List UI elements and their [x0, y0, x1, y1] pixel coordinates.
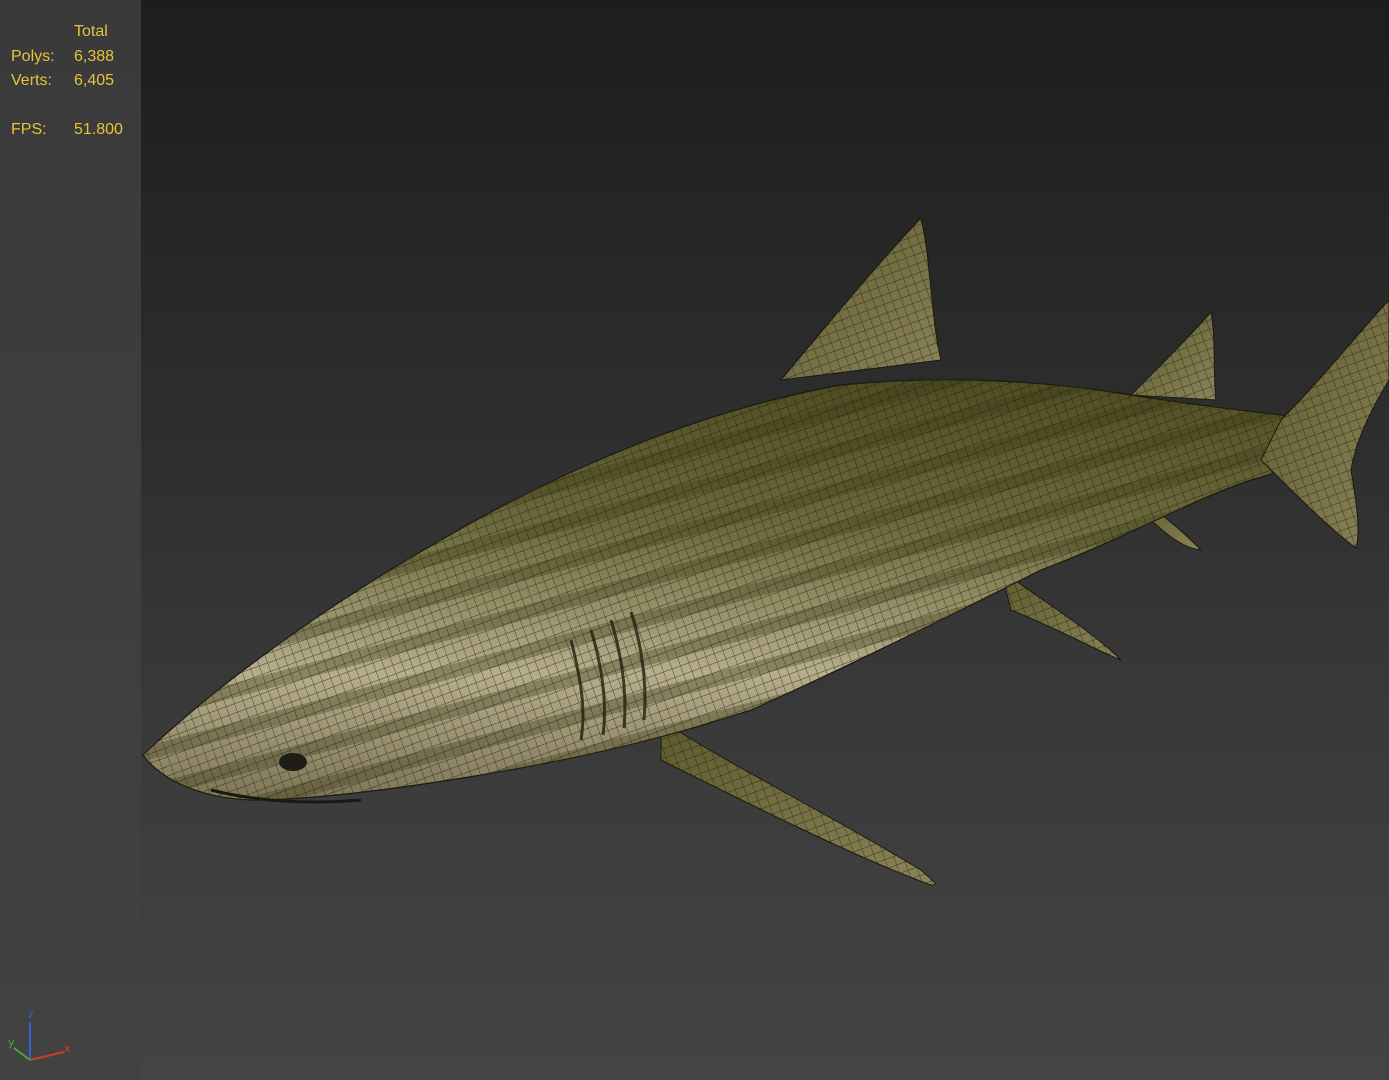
- shark-wireframe-model[interactable]: [141, 0, 1389, 1080]
- 3d-viewport[interactable]: [141, 0, 1389, 1080]
- polys-row: Polys: 6,388: [11, 45, 123, 70]
- fps-row: FPS: 51.800: [11, 118, 123, 143]
- statistics-overlay: Total Polys: 6,388 Verts: 6,405 FPS: 51.…: [11, 20, 123, 143]
- axis-y-label: y: [8, 1036, 15, 1049]
- axis-tripod-icon: [13, 1022, 65, 1061]
- fps-label: FPS:: [11, 121, 47, 138]
- verts-row: Verts: 6,405: [11, 69, 123, 94]
- stats-header-total: Total: [74, 23, 108, 40]
- axis-x-label: x: [64, 1042, 71, 1055]
- polys-value: 6,388: [74, 47, 115, 65]
- axis-gizmo: z x y: [6, 1008, 76, 1068]
- axis-z-label: z: [28, 1008, 34, 1021]
- viewport-stats-panel: Total Polys: 6,388 Verts: 6,405 FPS: 51.…: [0, 0, 141, 1080]
- fps-value: 51.800: [74, 121, 123, 138]
- verts-label: Verts:: [11, 72, 52, 89]
- verts-value: 6,405: [74, 72, 115, 89]
- polys-label: Polys:: [11, 47, 55, 65]
